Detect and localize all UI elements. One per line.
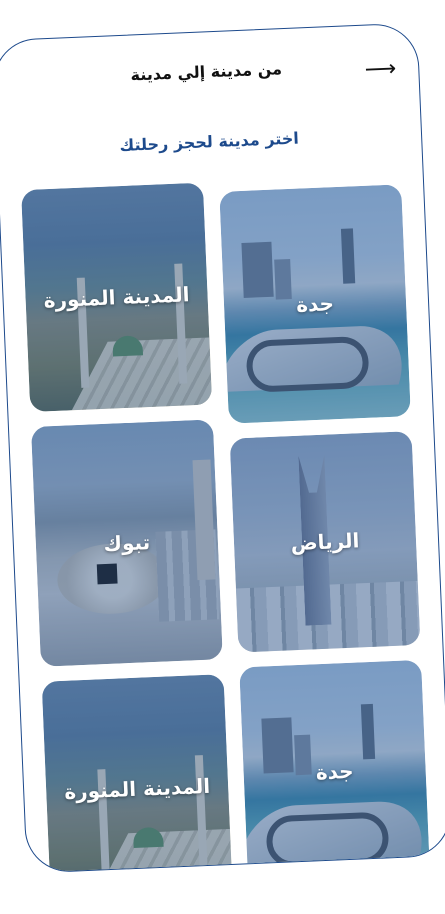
city-card-tabuk[interactable]: تبوك [30,419,223,667]
app-screen: من مدينة إلي مدينة ⟶ اختر مدينة لحجز رحل… [0,22,445,874]
city-card-jeddah[interactable]: جدة [219,184,411,424]
city-card-riyadh[interactable]: الرياض [229,431,421,653]
page-title: من مدينة إلي مدينة [130,59,283,85]
city-card-madinah[interactable]: المدينة المنورة [21,182,213,412]
city-grid: جدة المدينة المنورة الرياض تبوك جدة المد… [0,173,431,874]
city-card-madinah-2[interactable]: المدينة المنورة [41,674,233,874]
header: من مدينة إلي مدينة ⟶ [0,23,420,121]
city-card-jeddah-2[interactable]: جدة [239,659,431,874]
arrow-right-icon[interactable]: ⟶ [364,56,397,82]
page-subtitle: اختر مدينة لحجز رحلتك [119,128,300,156]
